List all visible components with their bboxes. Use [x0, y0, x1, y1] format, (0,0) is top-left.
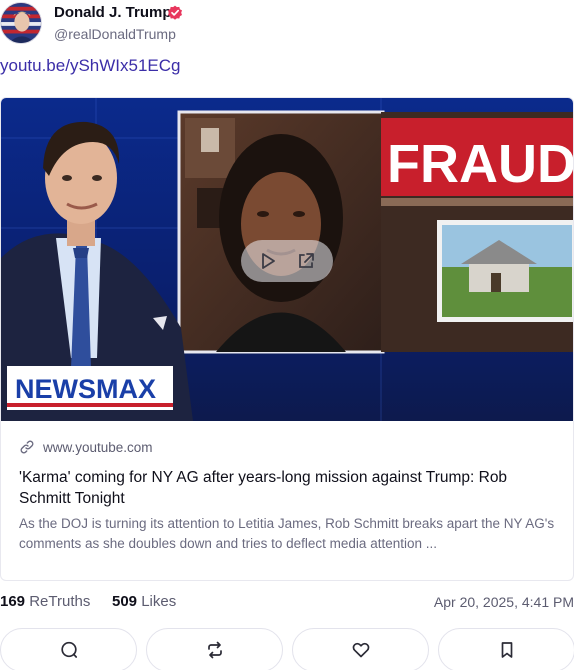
link-card-meta: www.youtube.com 'Karma' coming for NY AG… — [1, 421, 573, 554]
video-thumbnail[interactable]: FRAUD NEWSMAX — [1, 98, 574, 421]
reply-bubble-icon — [60, 641, 77, 658]
retruth-button[interactable] — [146, 628, 283, 670]
post-actions — [0, 628, 574, 670]
post-stats: 169 ReTruths 509 Likes Apr 20, 2025, 4:4… — [0, 593, 574, 613]
bookmark-icon — [501, 642, 512, 658]
reply-button[interactable] — [0, 628, 137, 670]
retruths-stat[interactable]: 169 ReTruths — [0, 593, 90, 610]
heart-icon — [352, 642, 369, 658]
author-avatar[interactable] — [0, 2, 42, 44]
retruths-label: ReTruths — [29, 593, 91, 610]
fraud-text: FRAUD — [387, 134, 574, 194]
verified-badge-icon — [168, 5, 182, 20]
link-domain-row: www.youtube.com — [19, 437, 557, 457]
post-header: Donald J. Trump @realDonaldTrump — [0, 0, 574, 48]
avatar-flag-portrait — [1, 3, 41, 43]
author-handle[interactable]: @realDonaldTrump — [54, 26, 176, 42]
post-timestamp[interactable]: Apr 20, 2025, 4:41 PM — [434, 594, 574, 610]
likes-stat[interactable]: 509 Likes — [112, 593, 176, 610]
bookmark-button[interactable] — [438, 628, 574, 670]
play-icon[interactable] — [258, 251, 278, 271]
author-display-name[interactable]: Donald J. Trump — [54, 4, 172, 21]
link-domain: www.youtube.com — [43, 439, 153, 455]
link-preview-card[interactable]: FRAUD NEWSMAX www.youtube.com 'Karma' co… — [0, 97, 574, 581]
link-icon — [20, 440, 34, 454]
link-card-title[interactable]: 'Karma' coming for NY AG after years-lon… — [19, 467, 557, 509]
like-button[interactable] — [292, 628, 429, 670]
post-link[interactable]: youtu.be/yShWIx51ECg — [0, 56, 180, 76]
retruths-count: 169 — [0, 593, 26, 610]
link-card-description: As the DOJ is turning its attention to L… — [19, 516, 555, 551]
likes-count: 509 — [112, 593, 138, 610]
likes-label: Likes — [141, 593, 177, 610]
retruth-arrows-icon — [207, 641, 222, 659]
newsmax-logo: NEWSMAX — [15, 374, 156, 404]
external-link-icon[interactable] — [296, 251, 316, 271]
video-controls-overlay[interactable] — [241, 240, 333, 282]
